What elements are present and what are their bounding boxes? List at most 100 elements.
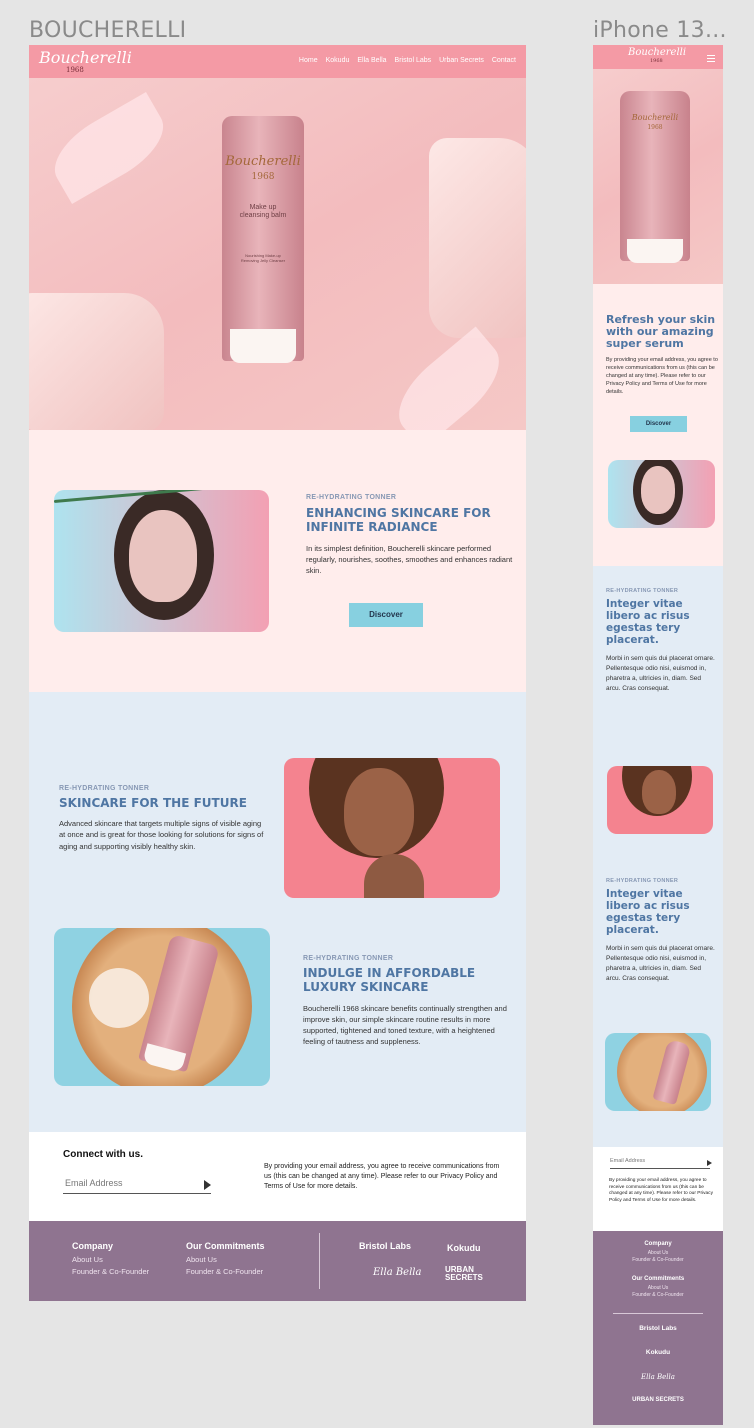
tube-line: cleansing balm <box>239 212 287 220</box>
footer: Company About Us Founder & Co-Founder Ou… <box>29 1221 526 1301</box>
tube-year: 1968 <box>251 172 275 182</box>
eyebrow: RE-HYDRATING TONNER <box>606 588 679 594</box>
discover-button[interactable]: Discover <box>349 603 423 627</box>
footer-heading: Our Commitments <box>186 1241 265 1251</box>
tube-brand: Boucherelli <box>631 113 679 122</box>
mobile-text-block-1: RE-HYDRATING TONNER Integer vitae libero… <box>606 588 716 693</box>
nav-kokudu[interactable]: Kokudu <box>326 57 350 64</box>
brand-logo-kokudu[interactable]: Kokudu <box>447 1243 481 1253</box>
eyebrow: RE-HYDRATING TONNER <box>303 955 394 962</box>
brand-year: 1968 <box>650 58 663 64</box>
artboard-label-mobile: iPhone 13... <box>593 18 727 43</box>
connect-section: Connect with us. Email Address By provid… <box>29 1132 526 1221</box>
nav-bristol-labs[interactable]: Bristol Labs <box>395 57 432 64</box>
heading: Integer vitae libero ac risus egestas te… <box>606 598 690 647</box>
heading-line: LUXURY SKINCARE <box>303 979 429 994</box>
heading: SKINCARE FOR THE FUTURE <box>59 796 247 810</box>
foam-decor <box>89 968 149 1028</box>
tube-cap <box>230 329 296 363</box>
mobile-discover-button[interactable]: Discover <box>630 416 687 432</box>
footer-commitments: Our Commitments About Us Founder & Co-Fo… <box>593 1276 723 1298</box>
brand-name: Boucherelli <box>39 48 132 67</box>
nav-urban-secrets[interactable]: Urban Secrets <box>439 57 484 64</box>
footer-company: Company About Us Founder & Co-Founder <box>72 1241 149 1276</box>
submit-arrow-icon[interactable] <box>204 1180 211 1190</box>
nav-links: Home Kokudu Ella Bella Bristol Labs Urba… <box>299 57 516 64</box>
footer-link-about[interactable]: About Us <box>593 1250 723 1256</box>
top-nav: Boucherelli 1968 Home Kokudu Ella Bella … <box>29 45 526 78</box>
product-image-tray <box>54 928 270 1086</box>
brand-logo-ella-bella[interactable]: Ella Bella <box>593 1373 723 1381</box>
footer-link-about[interactable]: About Us <box>186 1255 265 1264</box>
heading: Integer vitae libero ac risus egestas te… <box>606 888 690 937</box>
tube-year: 1968 <box>647 124 663 131</box>
face-shape <box>641 466 675 514</box>
shoulders-shape <box>364 854 424 898</box>
brand-logo-urban-secrets[interactable]: URBAN SECRETS <box>593 1397 723 1403</box>
footer-heading: Company <box>644 1241 672 1247</box>
text-block: RE-HYDRATING TONNER SKINCARE FOR THE FUT… <box>59 785 269 852</box>
mobile-body: By providing your email address, you agr… <box>606 357 718 395</box>
brand-logo[interactable]: Boucherelli 1968 <box>628 48 686 64</box>
mobile-sections: RE-HYDRATING TONNER Integer vitae libero… <box>593 566 723 1147</box>
palm-leaf-decor <box>383 326 515 430</box>
brand-logo-kokudu[interactable]: Kokudu <box>593 1349 723 1356</box>
footer-commitments: Our Commitments About Us Founder & Co-Fo… <box>186 1241 265 1276</box>
footer-company: Company About Us Founder & Co-Founder <box>593 1241 723 1263</box>
face-shape <box>129 510 197 602</box>
legal-text: By providing your email address, you agr… <box>264 1163 500 1190</box>
footer-link-about[interactable]: About Us <box>593 1285 723 1291</box>
submit-arrow-icon[interactable] <box>707 1160 712 1166</box>
mobile-hero-image: Boucherelli 1968 <box>593 69 723 284</box>
model-image-1 <box>54 490 269 632</box>
email-input[interactable]: Email Address <box>63 1178 211 1194</box>
mobile-email-input[interactable]: Email Address <box>610 1158 710 1169</box>
stone-decor <box>429 138 526 338</box>
mobile-model-image-1 <box>608 460 715 528</box>
tube-desc: Make up cleansing balm <box>222 204 304 220</box>
nav-home[interactable]: Home <box>299 57 318 64</box>
hamburger-menu-icon[interactable] <box>707 55 715 64</box>
face-shape <box>642 770 676 814</box>
brand-logo-bristol-labs[interactable]: Bristol Labs <box>359 1241 411 1251</box>
footer-link-founder[interactable]: Founder & Co-Founder <box>72 1267 149 1276</box>
body-text: Boucherelli 1968 skincare benefits conti… <box>303 1003 507 1047</box>
heading: ENHANCING SKINCARE FOR INFINITE RADIANCE <box>306 506 516 535</box>
footer-link-founder[interactable]: Founder & Co-Founder <box>593 1292 723 1298</box>
footer-link-founder[interactable]: Founder & Co-Founder <box>593 1257 723 1263</box>
footer-link-about[interactable]: About Us <box>72 1255 149 1264</box>
heading-line: ENHANCING SKINCARE FOR <box>306 506 491 520</box>
mobile-hero-text: Refresh your skin with our amazing super… <box>593 284 723 566</box>
footer-heading: Company <box>72 1241 114 1251</box>
nav-contact[interactable]: Contact <box>492 57 516 64</box>
model-image-2 <box>284 758 500 898</box>
mobile-frame: Boucherelli 1968 Boucherelli 1968 Refres… <box>593 45 723 1425</box>
body-text: In its simplest definition, Boucherelli … <box>306 543 513 576</box>
mobile-connect: Email Address By providing your email ad… <box>593 1147 723 1231</box>
product-tube: Boucherelli 1968 Make up cleansing balm … <box>222 116 304 363</box>
footer-link-founder[interactable]: Founder & Co-Founder <box>186 1267 265 1276</box>
section-future: RE-HYDRATING TONNER SKINCARE FOR THE FUT… <box>29 692 526 1132</box>
footer-heading: Our Commitments <box>631 1276 685 1282</box>
brand-logo-bristol-labs[interactable]: Bristol Labs <box>593 1325 723 1332</box>
brand-logo[interactable]: Boucherelli 1968 <box>39 50 132 74</box>
body-text: Morbi in sem quis dui placerat ornare. P… <box>606 655 715 692</box>
tube-brand: Boucherelli <box>225 154 301 169</box>
tube-line: Removing Jelly Cleanser <box>240 257 286 263</box>
nav-ella-bella[interactable]: Ella Bella <box>357 57 386 64</box>
brand-logo-urban-secrets[interactable]: URBAN SECRETS <box>445 1266 495 1282</box>
mobile-model-image-2 <box>607 766 713 834</box>
body-text: Morbi in sem quis dui placerat ornare. P… <box>606 945 715 982</box>
heading-line: INDULGE IN AFFORDABLE <box>303 966 476 980</box>
brand-logo-ella-bella[interactable]: Ella Bella <box>373 1267 421 1278</box>
mobile-legal-text: By providing your email address, you agr… <box>609 1178 713 1204</box>
mobile-heading: Refresh your skin with our amazing super… <box>606 313 716 351</box>
product-tube: Boucherelli 1968 <box>620 91 690 263</box>
artboard-label-desktop: BOUCHERELLI <box>29 18 187 43</box>
tube-line: Make up <box>249 204 277 211</box>
body-text: Advanced skincare that targets multiple … <box>59 819 264 851</box>
heading-line: INFINITE RADIANCE <box>306 519 438 534</box>
tube-desc-small: Nourishing Make-up Removing Jelly Cleans… <box>222 253 304 263</box>
hero-image: Boucherelli 1968 Make up cleansing balm … <box>29 78 526 430</box>
face-shape <box>344 768 414 856</box>
